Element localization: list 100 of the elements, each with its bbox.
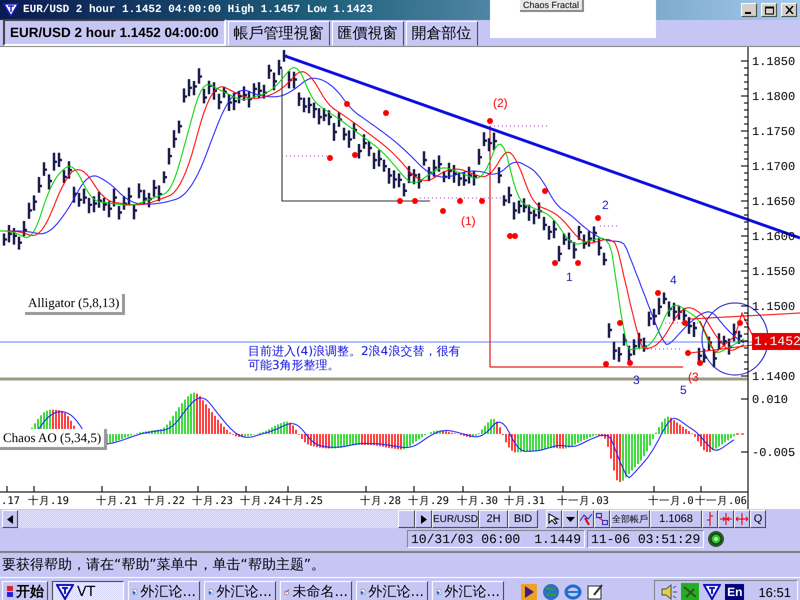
tab[interactable]: EUR/USD 2 hour 1.1452 04:00:00 <box>3 19 226 46</box>
taskbar-button[interactable]: 外汇论... <box>128 581 200 600</box>
caret-icon <box>566 516 574 522</box>
notepad-icon[interactable] <box>586 583 604 600</box>
vertical-line-icon <box>705 512 715 526</box>
price-axis-label: 1.1400 <box>752 370 796 384</box>
query-button[interactable]: Q <box>750 510 766 528</box>
line-cursor-icon <box>580 513 592 525</box>
wave-label: (2) <box>493 96 508 110</box>
cursor-price: 1.1449 <box>534 532 582 546</box>
time-axis-label: 十一月.06 <box>695 495 747 507</box>
wave-label: 4 <box>670 273 677 287</box>
taskbar-button[interactable]: VT <box>52 581 124 600</box>
line-tool-button[interactable] <box>578 510 594 528</box>
close-button[interactable] <box>781 3 797 17</box>
network-icon[interactable] <box>681 583 700 600</box>
oscillator-axis-label: 0.010 <box>752 393 788 407</box>
scroll-left-button[interactable] <box>2 510 18 528</box>
popup-label: Chaos Fractal <box>520 0 584 12</box>
fractal-dot <box>542 188 548 194</box>
fractal-dot <box>697 360 703 366</box>
start-button[interactable]: 开始 <box>2 581 48 600</box>
price-axis-label: 1.1650 <box>752 195 796 209</box>
speaker-icon[interactable] <box>661 584 678 600</box>
maximize-button[interactable] <box>761 3 777 17</box>
media-player-icon[interactable] <box>520 583 538 600</box>
fractal-dot <box>627 360 633 366</box>
wave-label: (3 <box>688 370 699 384</box>
fractal-dot <box>327 155 333 161</box>
time-axis-label: 十月.30 <box>457 495 498 507</box>
price-axis-label: 1.1850 <box>752 55 796 69</box>
fractal-dot <box>655 290 661 296</box>
zoom-in-button[interactable] <box>718 510 734 528</box>
time-axis-label: 十月.29 <box>408 495 449 507</box>
scroll-thumb[interactable] <box>398 510 415 528</box>
account-button[interactable]: 全部帳戶 <box>610 510 650 528</box>
fractal-dot <box>383 110 389 116</box>
oscillator-axis-label: -0.005 <box>752 446 796 460</box>
crosshair-button[interactable] <box>702 510 718 528</box>
scroll-right-button[interactable] <box>415 510 432 528</box>
triangle-logo-icon <box>3 3 19 17</box>
triangle-logo-icon[interactable] <box>703 584 722 600</box>
language-indicator[interactable]: En <box>725 584 744 600</box>
fractal-dot <box>344 101 350 107</box>
tab[interactable]: 開倉部位 <box>406 21 478 46</box>
cursor-arrow-icon <box>548 513 560 525</box>
taskbar-button[interactable]: 外汇论... <box>356 581 428 600</box>
price-axis-label: 1.1500 <box>752 300 796 314</box>
arrows-inward-icon <box>720 513 732 525</box>
taskbar-button[interactable]: 外汇论... <box>204 581 276 600</box>
chart-annotation: 目前进入(4)浪调整。2浪4浪交替，很有 可能3角形整理。 <box>248 344 460 372</box>
cursor-time: 10/31/03 06:00 <box>411 532 520 546</box>
status-bar-text: 要获得帮助，请在“帮助”菜单中，单击“帮助主题”。 <box>0 551 800 577</box>
wave-label: 2 <box>602 198 609 212</box>
fractal-dot <box>487 118 493 124</box>
zoom-out-button[interactable] <box>734 510 750 528</box>
arrows-outward-icon <box>736 513 748 525</box>
fractal-dot <box>595 215 601 221</box>
value-button[interactable]: 1.1068 <box>650 510 702 528</box>
price-axis-label: 1.1750 <box>752 125 796 139</box>
fractal-dot <box>457 198 463 204</box>
time-axis-label: .17 <box>1 495 20 507</box>
connection-status-icon <box>706 530 726 548</box>
close-icon <box>784 6 794 14</box>
symbol-button[interactable]: EUR/USD <box>432 510 479 528</box>
wave-label: (1) <box>461 214 476 228</box>
minimize-button[interactable] <box>741 3 757 17</box>
fractal-dot <box>575 260 581 266</box>
triangle-logo-icon <box>56 584 74 600</box>
fractal-dot <box>552 260 558 266</box>
time-axis-label: 十一月.0 <box>648 495 694 507</box>
taskbar-button[interactable]: 外汇论... <box>432 581 504 600</box>
tab[interactable]: 帳戶管理視窗 <box>228 21 330 46</box>
wave-label: 1 <box>566 270 573 284</box>
fractal-dot <box>440 208 446 214</box>
cursor-button[interactable] <box>546 510 562 528</box>
clock-text: 11-06 03:51:29 <box>587 530 704 548</box>
left-arrow-icon <box>7 514 13 524</box>
indicator-label: Alligator (5,8,13) <box>25 294 126 315</box>
time-axis-label: 十月.22 <box>144 495 185 507</box>
time-axis-label: 十一月.03 <box>557 495 609 507</box>
time-axis-label: 十月.24 <box>240 495 281 507</box>
time-axis-label: 十月.28 <box>360 495 401 507</box>
taskbar-button[interactable]: 未命名... <box>280 581 352 600</box>
period-button[interactable]: 2H <box>479 510 508 528</box>
dropdown-button[interactable] <box>562 510 578 528</box>
fractal-dot <box>397 198 403 204</box>
connect-tool-button[interactable] <box>594 510 610 528</box>
fractal-dot <box>479 198 485 204</box>
price-axis-label: 1.1700 <box>752 160 796 174</box>
windows-logo-icon <box>6 585 13 599</box>
fractal-dot <box>412 198 418 204</box>
fractal-dot <box>685 350 691 356</box>
time-axis-label: 十月.21 <box>96 495 137 507</box>
time-axis-label: 十月.31 <box>504 495 545 507</box>
right-arrow-icon <box>420 514 426 524</box>
price-type-button[interactable]: BID <box>508 510 538 528</box>
price-axis-label: 1.1800 <box>752 90 796 104</box>
last-price-label: 1.1452 <box>752 333 800 350</box>
tab[interactable]: 匯價視窗 <box>332 21 404 46</box>
